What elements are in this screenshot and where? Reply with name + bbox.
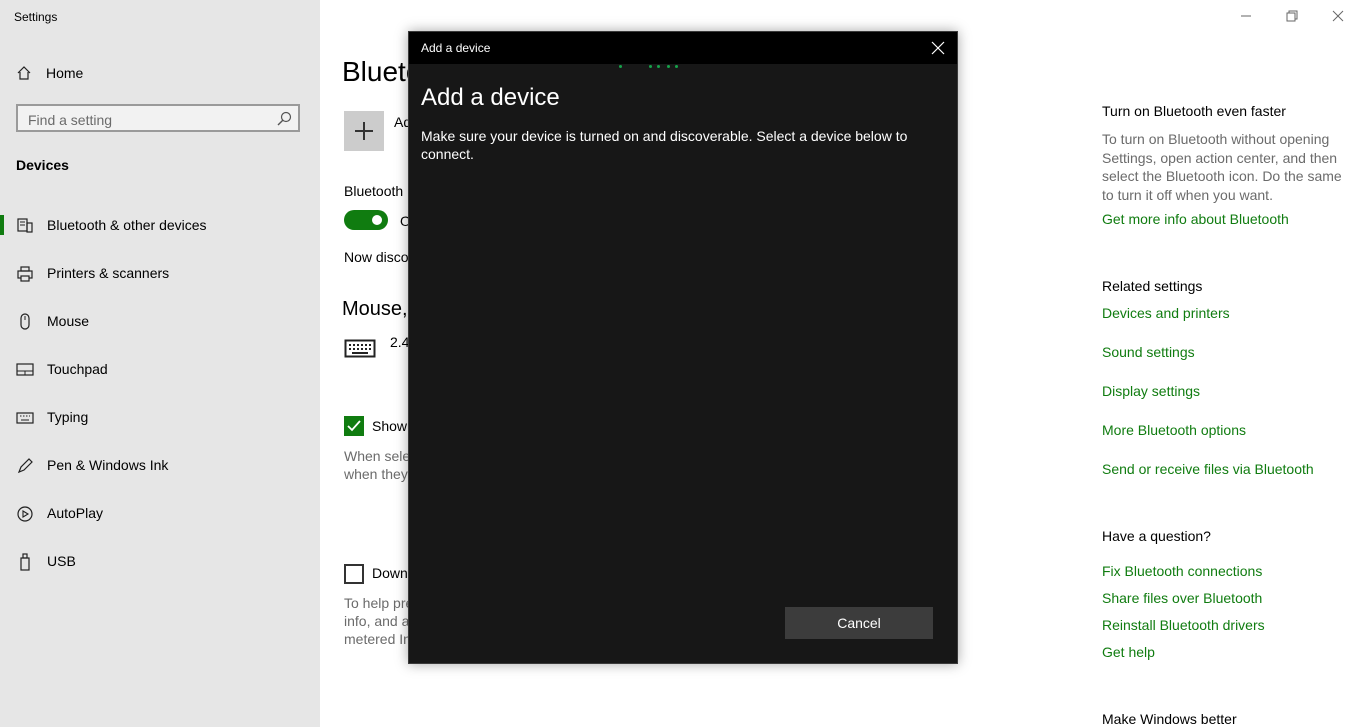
sidebar-item-label: AutoPlay: [47, 505, 104, 521]
question-link-fix[interactable]: Fix Bluetooth connections: [1102, 563, 1262, 579]
sidebar-item-label: Typing: [47, 409, 89, 425]
dialog-close-icon[interactable]: [931, 41, 945, 55]
related-heading: Related settings: [1102, 278, 1203, 294]
devices-section-title: Devices: [16, 157, 69, 173]
dialog-titlebar-text: Add a device: [421, 41, 491, 55]
progress-dot: [619, 65, 622, 68]
dialog-instruction: Make sure your device is turned on and d…: [421, 128, 908, 162]
touchpad-icon: [16, 363, 34, 376]
progress-dot: [675, 65, 678, 68]
sidebar-item-touchpad[interactable]: Touchpad: [0, 354, 320, 384]
close-icon[interactable]: [1330, 8, 1346, 24]
more-info-link[interactable]: Get more info about Bluetooth: [1102, 211, 1289, 227]
checkbox-label: Show: [372, 418, 408, 434]
progress-dot: [657, 65, 660, 68]
sidebar-item-label: Pen & Windows Ink: [47, 457, 169, 473]
question-link-reinstall[interactable]: Reinstall Bluetooth drivers: [1102, 617, 1265, 633]
add-device-button[interactable]: [344, 111, 384, 151]
progress-dot: [649, 65, 652, 68]
pen-icon: [17, 458, 33, 474]
add-device-dialog: Add a device Add a device Make sure your…: [408, 31, 958, 664]
progress-dot: [667, 65, 670, 68]
progress-dots: [617, 64, 687, 70]
sidebar-item-label: Printers & scanners: [47, 265, 170, 281]
discoverable-text: Now disco: [344, 249, 409, 265]
sidebar-item-label: Mouse: [47, 313, 90, 329]
sidebar-item-printers[interactable]: Printers & scanners: [0, 258, 320, 288]
minimize-icon[interactable]: [1238, 8, 1254, 24]
sidebar-item-bluetooth[interactable]: Bluetooth & other devices: [0, 210, 320, 240]
search-placeholder: Find a setting: [28, 112, 113, 128]
usb-icon: [20, 553, 30, 571]
device-name[interactable]: 2.4: [390, 334, 409, 350]
sidebar-item-label: Bluetooth & other devices: [47, 217, 207, 233]
faster-text: To turn on Bluetooth without opening Set…: [1102, 131, 1342, 203]
mouse-icon: [20, 313, 30, 330]
question-link-share[interactable]: Share files over Bluetooth: [1102, 590, 1262, 606]
app-title: Settings: [14, 10, 58, 24]
sidebar-item-typing[interactable]: Typing: [0, 402, 320, 432]
question-heading: Have a question?: [1102, 528, 1211, 544]
bluetooth-label: Bluetooth: [344, 183, 404, 199]
sidebar-item-label: Touchpad: [47, 361, 108, 377]
search-input[interactable]: Find a setting: [16, 104, 300, 132]
related-link-send-receive[interactable]: Send or receive files via Bluetooth: [1102, 461, 1314, 477]
printer-icon: [17, 266, 33, 282]
faster-heading: Turn on Bluetooth even faster: [1102, 103, 1286, 119]
sidebar-item-label: USB: [47, 553, 76, 569]
home-icon: [17, 66, 31, 80]
search-icon[interactable]: [276, 111, 292, 127]
related-link-display[interactable]: Display settings: [1102, 383, 1200, 399]
home-nav-item[interactable]: Home: [16, 62, 83, 84]
sidebar: Settings Home Find a setting Devices Blu…: [0, 0, 320, 727]
window-controls: [1220, 0, 1360, 32]
related-link-more-bluetooth[interactable]: More Bluetooth options: [1102, 422, 1246, 438]
restore-icon[interactable]: [1284, 8, 1300, 24]
active-indicator: [0, 215, 4, 235]
show-notifications-checkbox[interactable]: [344, 416, 364, 436]
keyboard-device-icon: [344, 339, 376, 358]
toggle-knob: [372, 215, 382, 225]
dialog-titlebar: Add a device: [409, 32, 957, 64]
cancel-button[interactable]: Cancel: [785, 607, 933, 639]
download-metered-checkbox[interactable]: [344, 564, 364, 584]
checkmark-icon: [347, 420, 361, 432]
sidebar-item-mouse[interactable]: Mouse: [0, 306, 320, 336]
related-link-devices-printers[interactable]: Devices and printers: [1102, 305, 1230, 321]
checkbox-label: Down: [372, 565, 408, 581]
home-label: Home: [46, 65, 84, 81]
bluetooth-toggle[interactable]: [344, 210, 388, 230]
related-link-sound[interactable]: Sound settings: [1102, 344, 1195, 360]
better-heading: Make Windows better: [1102, 711, 1237, 727]
question-link-help[interactable]: Get help: [1102, 644, 1155, 660]
sidebar-item-autoplay[interactable]: AutoPlay: [0, 498, 320, 528]
mouse-section-heading: Mouse,: [342, 298, 408, 320]
autoplay-icon: [17, 506, 33, 522]
keyboard-icon: [16, 412, 34, 424]
sidebar-item-pen[interactable]: Pen & Windows Ink: [0, 450, 320, 480]
dialog-heading: Add a device: [421, 84, 560, 111]
sidebar-item-usb[interactable]: USB: [0, 546, 320, 576]
bluetooth-devices-icon: [17, 218, 33, 233]
plus-icon-vertical: [363, 122, 365, 140]
